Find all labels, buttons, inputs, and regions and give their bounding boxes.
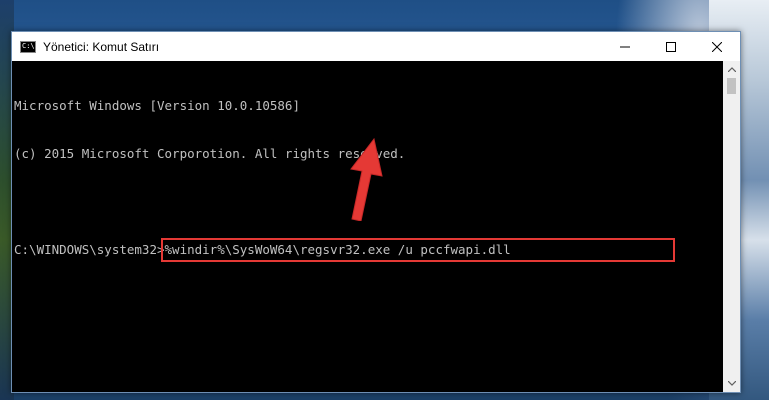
scroll-up-button[interactable] [723, 61, 740, 78]
maximize-icon [666, 41, 676, 52]
command-line[interactable]: C:\WINDOWS\system32> %windir%\SysWoW64\re… [14, 238, 723, 262]
close-button[interactable] [694, 32, 740, 61]
arrow-up-icon [350, 137, 383, 221]
chevron-up-icon [727, 67, 736, 72]
maximize-button[interactable] [648, 32, 694, 61]
chevron-down-icon [727, 381, 736, 386]
command-prompt: C:\WINDOWS\system32> [14, 242, 165, 257]
scroll-thumb[interactable] [727, 78, 736, 94]
window-controls [602, 32, 740, 61]
cmd-icon-label: C:\ [22, 42, 35, 50]
vertical-scrollbar[interactable] [723, 61, 740, 392]
minimize-icon [620, 46, 630, 47]
title-bar[interactable]: C:\ Yönetici: Komut Satırı [12, 32, 740, 61]
minimize-button[interactable] [602, 32, 648, 61]
cmd-icon[interactable]: C:\ [20, 40, 36, 53]
window-title: Yönetici: Komut Satırı [43, 39, 160, 54]
console-output[interactable]: Microsoft Windows [Version 10.0.10586] (… [12, 61, 723, 392]
scroll-down-button[interactable] [723, 375, 740, 392]
highlighted-command[interactable]: %windir%\SysWoW64\regsvr32.exe /u pccfwa… [160, 238, 675, 262]
close-icon [712, 41, 722, 52]
console-line: Microsoft Windows [Version 10.0.10586] [14, 98, 300, 113]
